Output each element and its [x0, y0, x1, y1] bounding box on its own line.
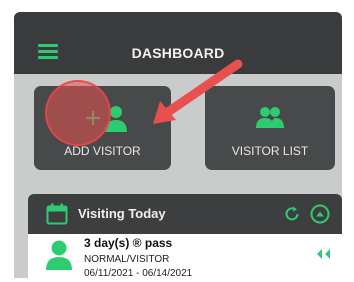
visitor-list-button[interactable]: VISITOR LIST — [205, 86, 335, 170]
visitor-avatar-icon — [46, 240, 72, 270]
expand-arrows-icon[interactable] — [316, 249, 332, 259]
pass-type: NORMAL/VISITOR — [84, 254, 170, 265]
users-icon — [256, 107, 284, 128]
refresh-icon[interactable] — [283, 205, 301, 223]
tap-highlight-circle — [45, 80, 111, 146]
section-title: Visiting Today — [78, 206, 166, 221]
pass-dates: 06/11/2021 - 06/14/2021 — [84, 268, 193, 278]
page-title: DASHBOARD — [131, 45, 225, 61]
calendar-icon — [46, 203, 68, 225]
visitor-list-label: VISITOR LIST — [231, 144, 309, 158]
app-screen: DASHBOARD ADD VISITOR VISITOR LIST Visit… — [14, 12, 342, 278]
pass-title: 3 day(s) ® pass — [84, 236, 173, 250]
add-visitor-label: ADD VISITOR — [64, 144, 141, 158]
visit-list-item[interactable]: 3 day(s) ® pass NORMAL/VISITOR 06/11/202… — [28, 234, 342, 278]
visiting-today-bar: Visiting Today — [28, 194, 342, 234]
app-header: DASHBOARD — [14, 12, 342, 74]
collapse-icon[interactable] — [310, 204, 330, 224]
